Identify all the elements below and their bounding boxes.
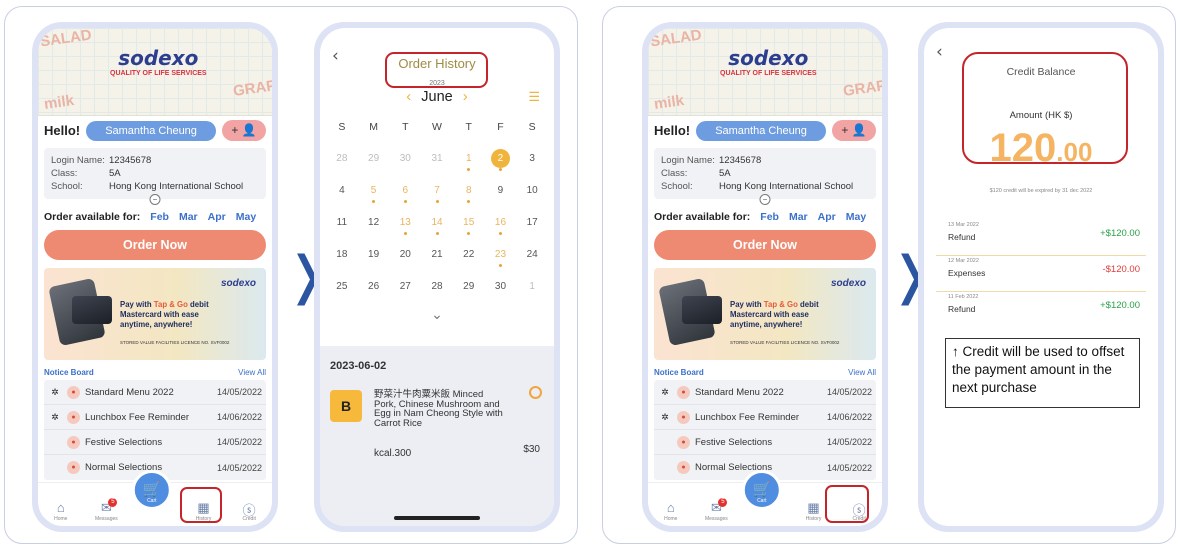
month-apr[interactable]: Apr — [818, 211, 836, 223]
order-available-label: Order available for: — [44, 211, 141, 223]
calendar-icon: ▦ — [807, 500, 820, 515]
list-item[interactable]: ● Festive Selections 14/05/2022 — [44, 430, 266, 455]
transaction-row: 13 Mar 2022 Refund +$120.00 — [936, 220, 1146, 256]
back-icon[interactable]: ‹ — [936, 42, 943, 62]
item-price: $30 — [523, 444, 540, 455]
expiry-note: $120 credit will be expired by 31 dec 20… — [989, 188, 1093, 194]
home-icon: ⌂ — [56, 500, 65, 515]
notice-list: ✲ ● Standard Menu 2022 14/05/2022 ✲ ● Lunchbo… — [654, 380, 876, 480]
menu-icon: ● — [677, 461, 690, 474]
home-screen: SALAD milk GRAP sodexo QUALITY OF LIFE S… — [648, 28, 882, 526]
set-badge: B — [330, 390, 362, 422]
home-screen: SALAD milk GRAP sodexo QUALITY OF LIFE S… — [38, 28, 272, 526]
greeting: Hello! — [44, 123, 81, 138]
user-name-pill[interactable]: Samantha Cheung — [696, 120, 826, 141]
add-user-button[interactable]: + 👤 — [222, 120, 266, 141]
month-may[interactable]: May — [846, 211, 866, 223]
phone-home-right: SALAD milk GRAP sodexo QUALITY OF LIFE S… — [642, 22, 888, 532]
home-indicator — [394, 516, 480, 520]
item-name: 野菜汁牛肉粟米飯 Minced Pork, Chinese Mushroom a… — [374, 389, 503, 429]
sodexo-logo: sodexo QUALITY OF LIFE SERVICES — [720, 46, 817, 77]
tab-messages[interactable]: ✉ 5 Messages — [699, 498, 733, 522]
selected-day[interactable]: 2 — [485, 149, 517, 185]
calendar-grid: SMTWTFS 28 29 30 31 1 2 3 4 5 6 7 8 9 10 11 12 13 14 15 1… — [336, 121, 538, 292]
cart-icon: 🛒 — [142, 481, 162, 498]
pin-icon: ✲ — [661, 386, 669, 397]
pin-icon: ✲ — [51, 411, 59, 422]
tab-home[interactable]: ⌂ Home — [654, 500, 688, 522]
item-kcal: kcal.300 — [374, 448, 412, 459]
pin-icon: ✲ — [51, 386, 59, 397]
month-mar[interactable]: Mar — [789, 211, 808, 223]
view-all-link[interactable]: View All — [238, 368, 266, 377]
menu-icon: ● — [67, 385, 80, 399]
order-detail-area: 2023-06-02 B 野菜汁牛肉粟米飯 Minced Pork, Chine… — [320, 346, 554, 526]
month-may[interactable]: May — [236, 211, 256, 223]
collapse-icon[interactable]: − — [149, 194, 161, 205]
order-available-label: Order available for: — [654, 211, 751, 223]
menu-icon: ● — [677, 410, 690, 424]
month-feb[interactable]: Feb — [760, 211, 779, 223]
view-all-link[interactable]: View All — [848, 368, 876, 377]
transaction-row: 12 Mar 2022 Expenses -$120.00 — [936, 256, 1146, 292]
menu-icon: ● — [67, 410, 80, 424]
pin-icon: ✲ — [661, 411, 669, 422]
order-now-button[interactable]: Order Now — [44, 230, 266, 260]
notice-list: ✲ ● Standard Menu 2022 14/05/2022 ✲ ● Lunchbo… — [44, 380, 266, 480]
tab-messages[interactable]: ✉ 5 Messages — [89, 498, 123, 522]
list-item[interactable]: ● Festive Selections 14/05/2022 — [654, 430, 876, 455]
header-banner: SALAD milk GRAP sodexo QUALITY OF LIFE S… — [38, 28, 272, 116]
header-banner: SALAD milk GRAP sodexo QUALITY OF LIFE S… — [648, 28, 882, 116]
dollar-icon: ⓢ — [242, 503, 256, 518]
cart-button[interactable]: 🛒 Cart — [131, 470, 172, 510]
month-apr[interactable]: Apr — [208, 211, 226, 223]
tab-home[interactable]: ⌂ Home — [44, 500, 78, 522]
status-circle-icon — [529, 386, 542, 399]
list-view-icon[interactable]: ☰ — [528, 89, 540, 105]
list-item[interactable]: ✲ ● Standard Menu 2022 14/05/2022 — [44, 380, 266, 405]
order-item-card[interactable]: B 野菜汁牛肉粟米飯 Minced Pork, Chinese Mushroom… — [330, 386, 544, 459]
phone-order-history: ‹ Order History 2023 ‹ June › ☰ SMTWTFS … — [314, 22, 560, 532]
home-icon: ⌂ — [666, 500, 675, 515]
sodexo-logo: sodexo QUALITY OF LIFE SERVICES — [110, 46, 207, 77]
transaction-row: 11 Feb 2022 Refund +$120.00 — [948, 294, 1140, 314]
order-date-heading: 2023-06-02 — [330, 360, 387, 372]
menu-icon: ● — [67, 461, 80, 474]
menu-icon: ● — [677, 385, 690, 399]
user-name-pill[interactable]: Samantha Cheung — [86, 120, 216, 141]
student-info-card: Login Name: 12345678 Class: 5A School: Hong… — [654, 148, 876, 205]
month-feb[interactable]: Feb — [150, 211, 169, 223]
order-history-screen: ‹ Order History 2023 ‹ June › ☰ SMTWTFS … — [320, 28, 554, 526]
notice-board-title: Notice Board — [654, 368, 704, 377]
promo-banner[interactable]: sodexo Pay with Tap & Go debit Mastercar… — [44, 268, 266, 360]
message-badge: 5 — [108, 498, 118, 507]
annotation-note: ↑ Credit will be used to offset the paym… — [945, 338, 1140, 408]
notice-board-title: Notice Board — [44, 368, 94, 377]
tab-credit[interactable]: ⓢ Credit — [232, 500, 266, 522]
next-month-icon[interactable]: › — [463, 88, 468, 105]
collapse-icon[interactable]: − — [759, 194, 771, 205]
menu-icon: ● — [677, 435, 690, 449]
highlight-credit-amount — [962, 52, 1128, 164]
calendar-month: June — [421, 88, 453, 105]
cart-icon: 🛒 — [752, 481, 772, 498]
list-item[interactable]: ✲ ● Standard Menu 2022 14/05/2022 — [654, 380, 876, 405]
list-item[interactable]: ✲ ● Lunchbox Fee Reminder 14/06/2022 — [44, 405, 266, 430]
message-badge: 5 — [718, 498, 728, 507]
menu-icon: ● — [67, 435, 80, 449]
highlight-title — [385, 52, 488, 88]
highlight-history-tab — [180, 487, 222, 523]
add-user-button[interactable]: + 👤 — [832, 120, 876, 141]
promo-banner[interactable]: sodexo Pay with Tap & Go debit Mastercar… — [654, 268, 876, 360]
month-mar[interactable]: Mar — [179, 211, 198, 223]
order-now-button[interactable]: Order Now — [654, 230, 876, 260]
cart-button[interactable]: 🛒 Cart — [741, 470, 782, 510]
student-info-card: Login Name: 12345678 Class: 5A School: Hong… — [44, 148, 266, 205]
prev-month-icon[interactable]: ‹ — [406, 88, 411, 105]
phone-home-left: SALAD milk GRAP sodexo QUALITY OF LIFE S… — [32, 22, 278, 532]
list-item[interactable]: ✲ ● Lunchbox Fee Reminder 14/06/2022 — [654, 405, 876, 430]
greeting: Hello! — [654, 123, 691, 138]
highlight-credit-tab — [825, 485, 869, 523]
